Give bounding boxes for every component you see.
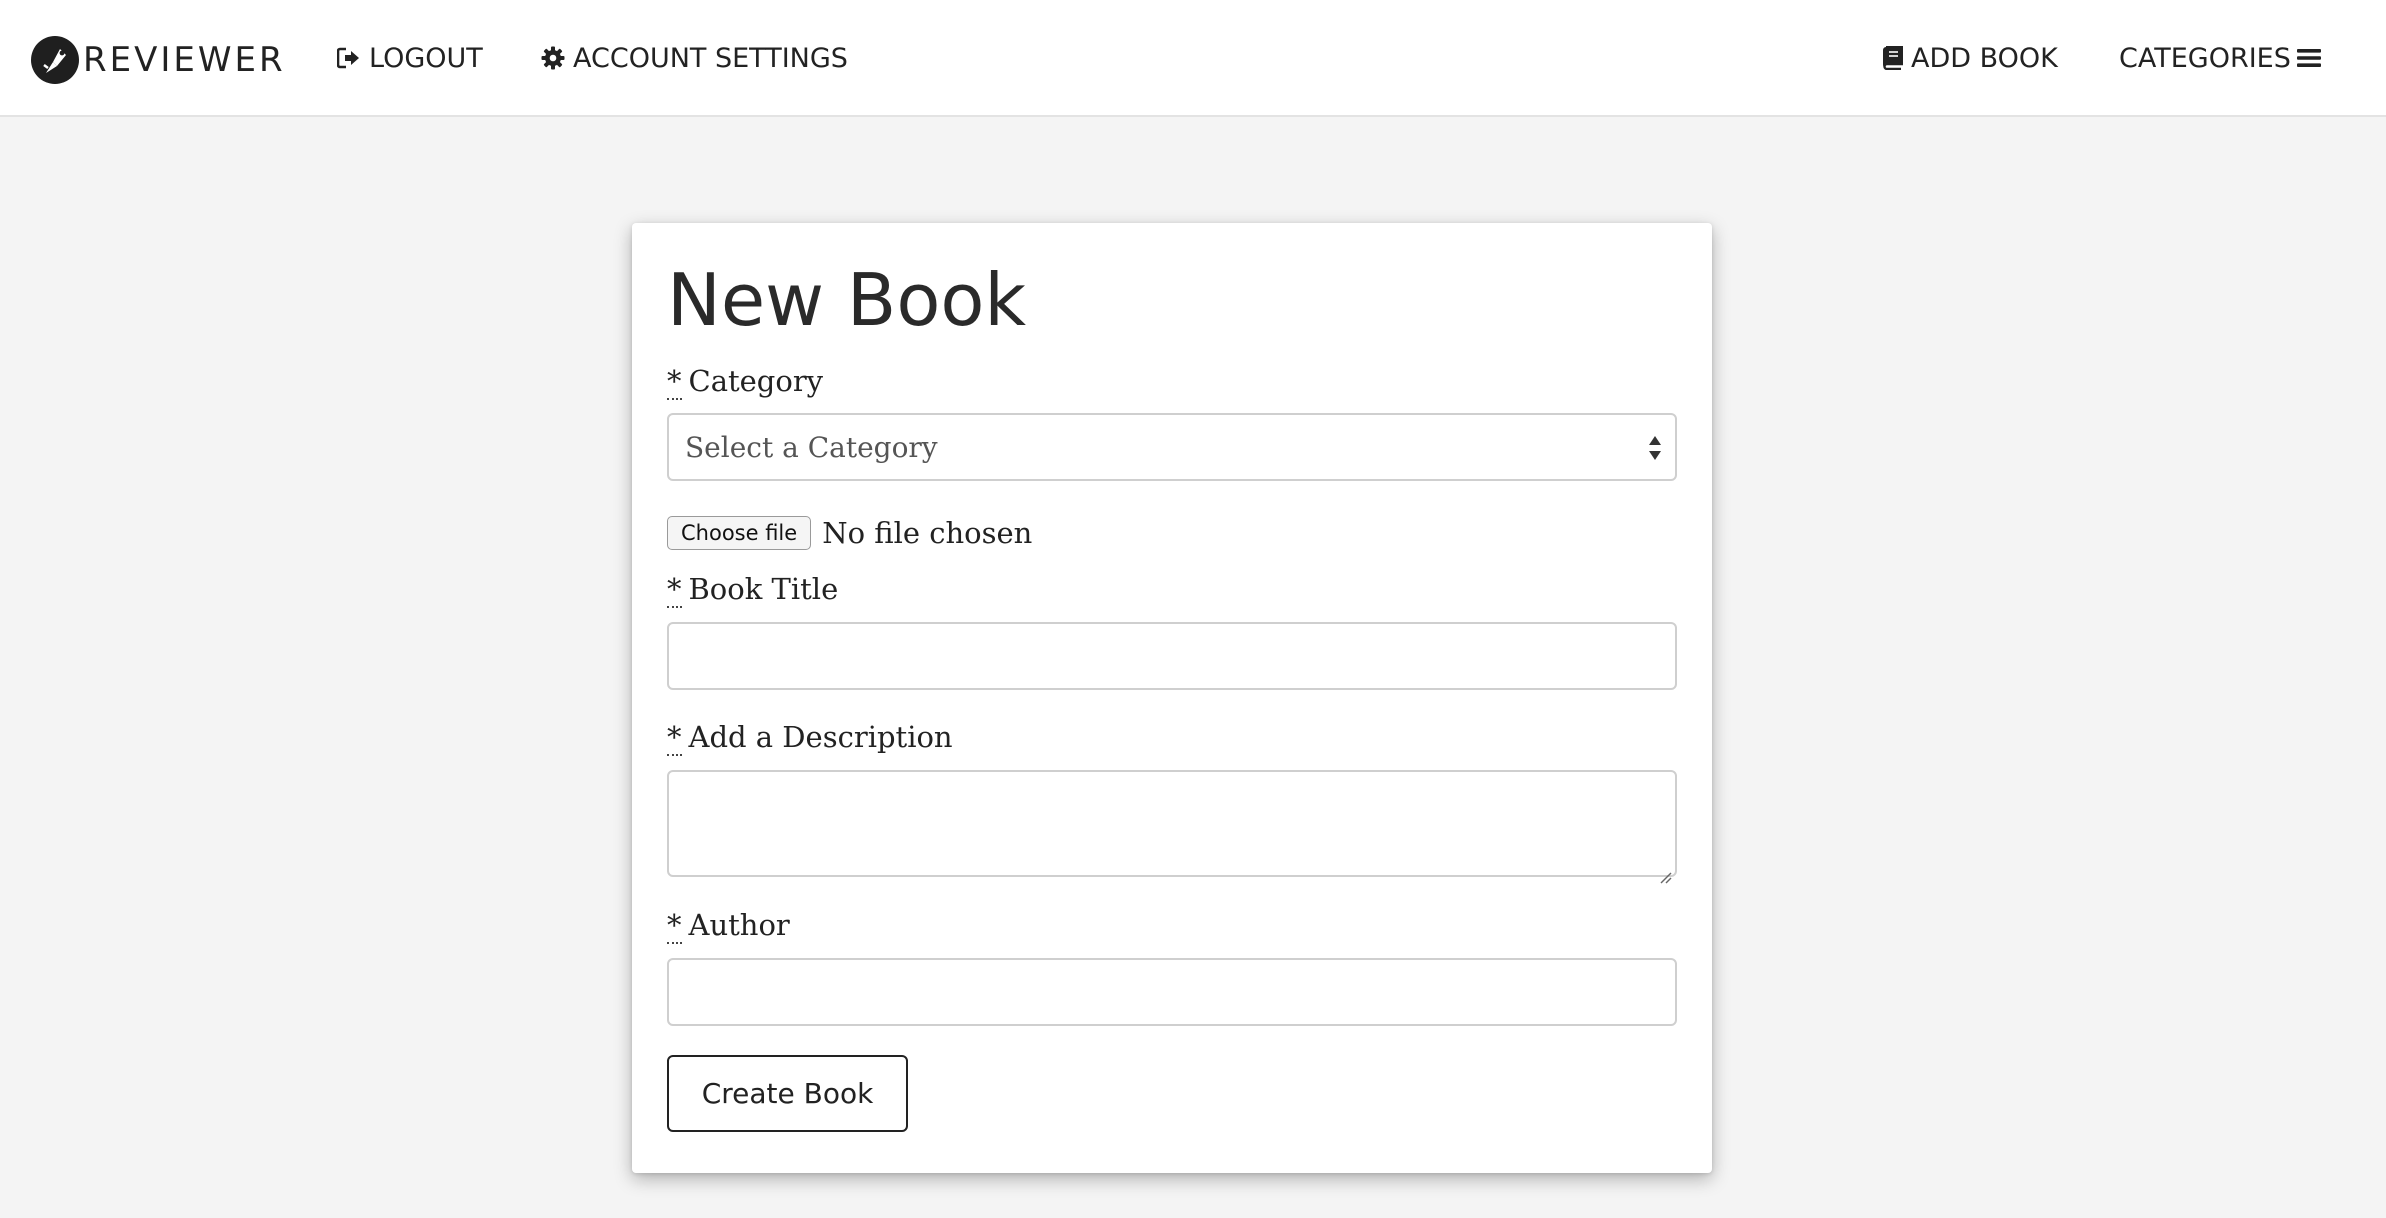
create-book-button[interactable]: Create Book (667, 1055, 908, 1132)
required-marker: * (667, 572, 682, 608)
gear-icon (541, 46, 565, 70)
description-textarea[interactable] (667, 770, 1677, 884)
author-label-text: Author (688, 908, 790, 942)
file-status-text: No file chosen (822, 516, 1033, 550)
logout-link[interactable]: LOGOUT (337, 38, 483, 78)
add-book-link[interactable]: ADD BOOK (1881, 38, 2058, 78)
top-navbar: REVIEWER LOGOUT ACCOUNT SETTINGS ADD BOO… (0, 0, 2386, 117)
category-select[interactable]: Select a Category (667, 413, 1677, 481)
brand-link[interactable]: REVIEWER (31, 34, 286, 86)
author-label: * Author (667, 908, 790, 944)
category-select-value: Select a Category (685, 430, 938, 464)
page-title: New Book (667, 258, 1027, 342)
required-marker: * (667, 908, 682, 944)
select-arrows-icon (1647, 431, 1663, 465)
categories-label: CATEGORIES (2119, 42, 2291, 74)
resize-grip-icon[interactable] (1658, 858, 1672, 884)
book-title-input[interactable] (667, 622, 1677, 690)
description-label: * Add a Description (667, 720, 953, 756)
book-icon (1881, 46, 1903, 70)
categories-link[interactable]: CATEGORIES (2119, 38, 2321, 78)
account-settings-link[interactable]: ACCOUNT SETTINGS (541, 38, 848, 78)
book-title-label: * Book Title (667, 572, 839, 608)
logout-label: LOGOUT (369, 42, 483, 74)
hamburger-menu-icon (2296, 48, 2321, 68)
author-input[interactable] (667, 958, 1677, 1026)
new-book-card: New Book * Category Select a Category Cho… (632, 223, 1712, 1173)
sign-out-icon (337, 47, 361, 69)
image-upload: Choose file No file chosen (667, 513, 1032, 553)
pen-nib-logo-icon (31, 36, 79, 84)
brand-name: REVIEWER (83, 40, 286, 80)
account-settings-label: ACCOUNT SETTINGS (573, 42, 848, 74)
add-book-label: ADD BOOK (1911, 42, 2058, 74)
category-label: * Category (667, 364, 824, 400)
required-marker: * (667, 720, 682, 756)
book-title-label-text: Book Title (688, 572, 839, 606)
description-label-text: Add a Description (688, 720, 953, 754)
required-marker: * (667, 364, 682, 400)
category-label-text: Category (688, 364, 824, 398)
choose-file-button[interactable]: Choose file (667, 516, 812, 550)
